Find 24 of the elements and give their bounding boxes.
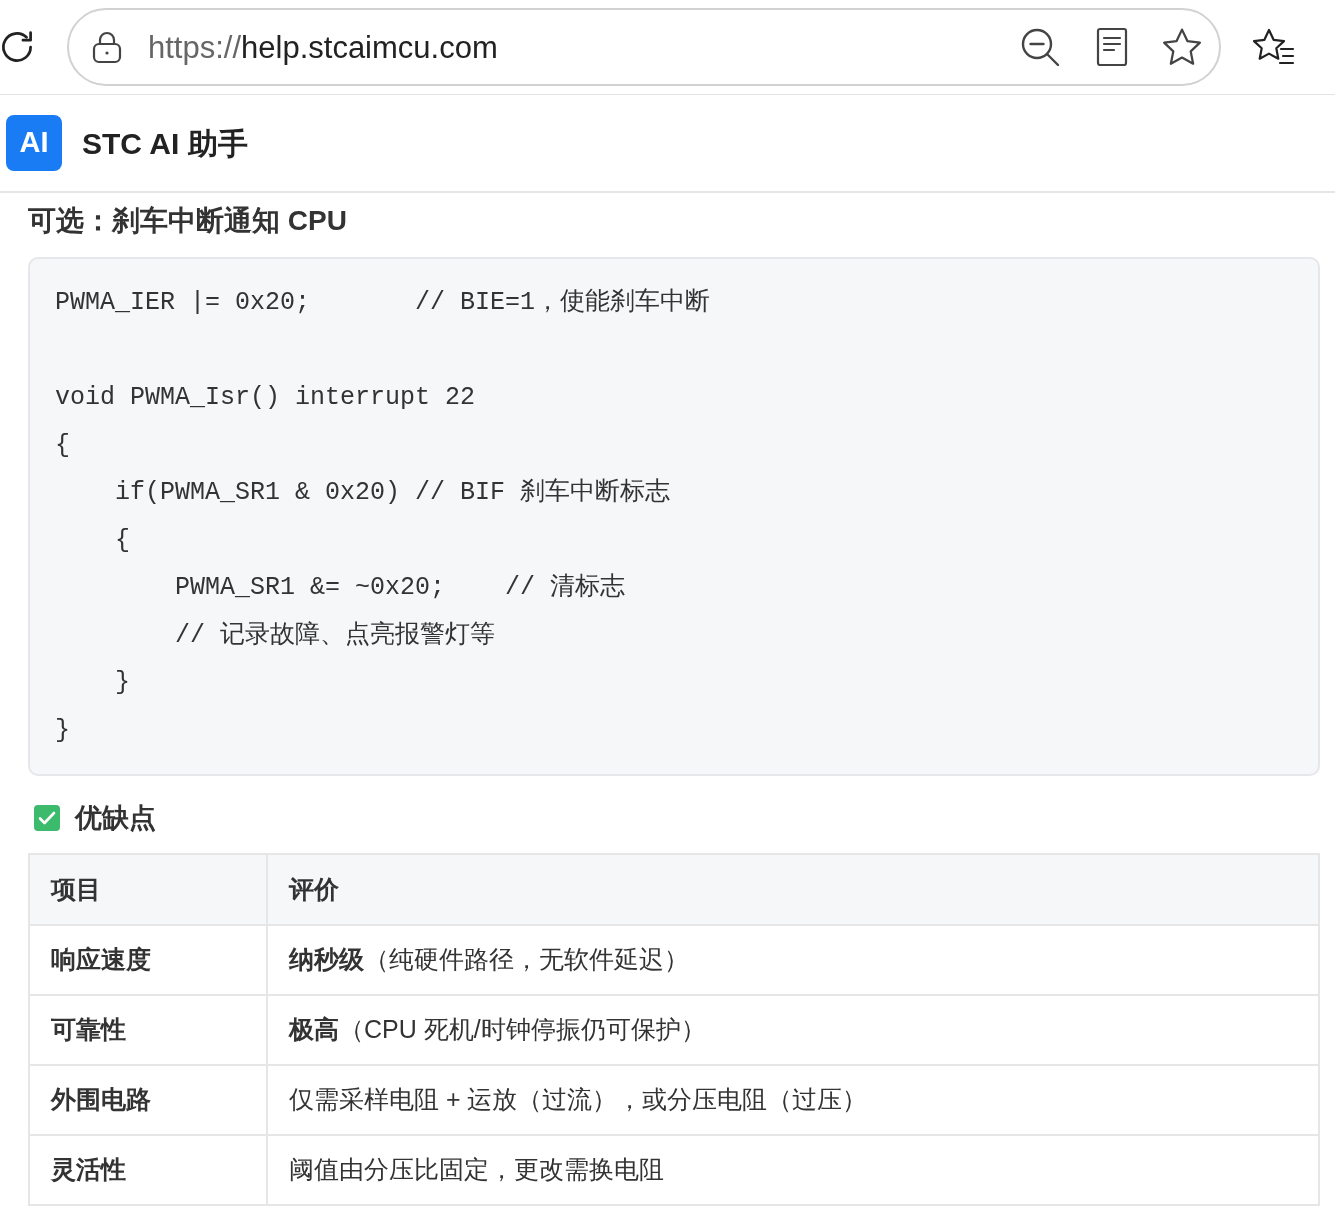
reader-view-icon[interactable]	[1096, 27, 1128, 67]
star-icon[interactable]	[1161, 27, 1203, 67]
favorites-icon[interactable]	[1253, 27, 1295, 67]
url-text[interactable]: https://help.stcaimcu.com	[148, 31, 498, 63]
app-title: STC AI 助手	[82, 125, 248, 162]
table-cell: 纳秒级（纯硬件路径，无软件延迟）	[267, 925, 1319, 995]
table-header-cell: 项目	[29, 854, 267, 925]
ai-logo: AI	[6, 115, 62, 171]
zoom-out-icon[interactable]	[1020, 27, 1060, 67]
code-block: PWMA_IER |= 0x20; // BIE=1，使能刹车中断 void PWMA_Isr() interrupt 22 { if(PWMA_SR1 & 0x20) // BIF 刹车中断标志 { PWMA_SR1 &= ~0x20; // 清标志 // 记录故障、点亮报警灯等 } }	[28, 257, 1320, 776]
table-cell: 外围电路	[29, 1065, 267, 1135]
table-cell: 仅需采样电阻 + 运放（过流），或分压电阻（过压）	[267, 1065, 1319, 1135]
lock-icon[interactable]	[91, 30, 123, 64]
table-cell: 极高（CPU 死机/时钟停振仍可保护）	[267, 995, 1319, 1065]
section-heading: 可选：刹车中断通知 CPU	[28, 204, 348, 238]
table-cell: 灵活性	[29, 1135, 267, 1205]
table-cell: 响应速度	[29, 925, 267, 995]
address-bar[interactable]: https://help.stcaimcu.com	[67, 8, 1221, 86]
check-mark-icon	[34, 805, 60, 831]
table-cell: 阈值由分压比固定，更改需换电阻	[267, 1135, 1319, 1205]
table-cell: 可靠性	[29, 995, 267, 1065]
reload-icon[interactable]	[0, 30, 34, 64]
pros-cons-heading: 优缺点	[75, 801, 156, 835]
table-header-cell: 评价	[267, 854, 1319, 925]
